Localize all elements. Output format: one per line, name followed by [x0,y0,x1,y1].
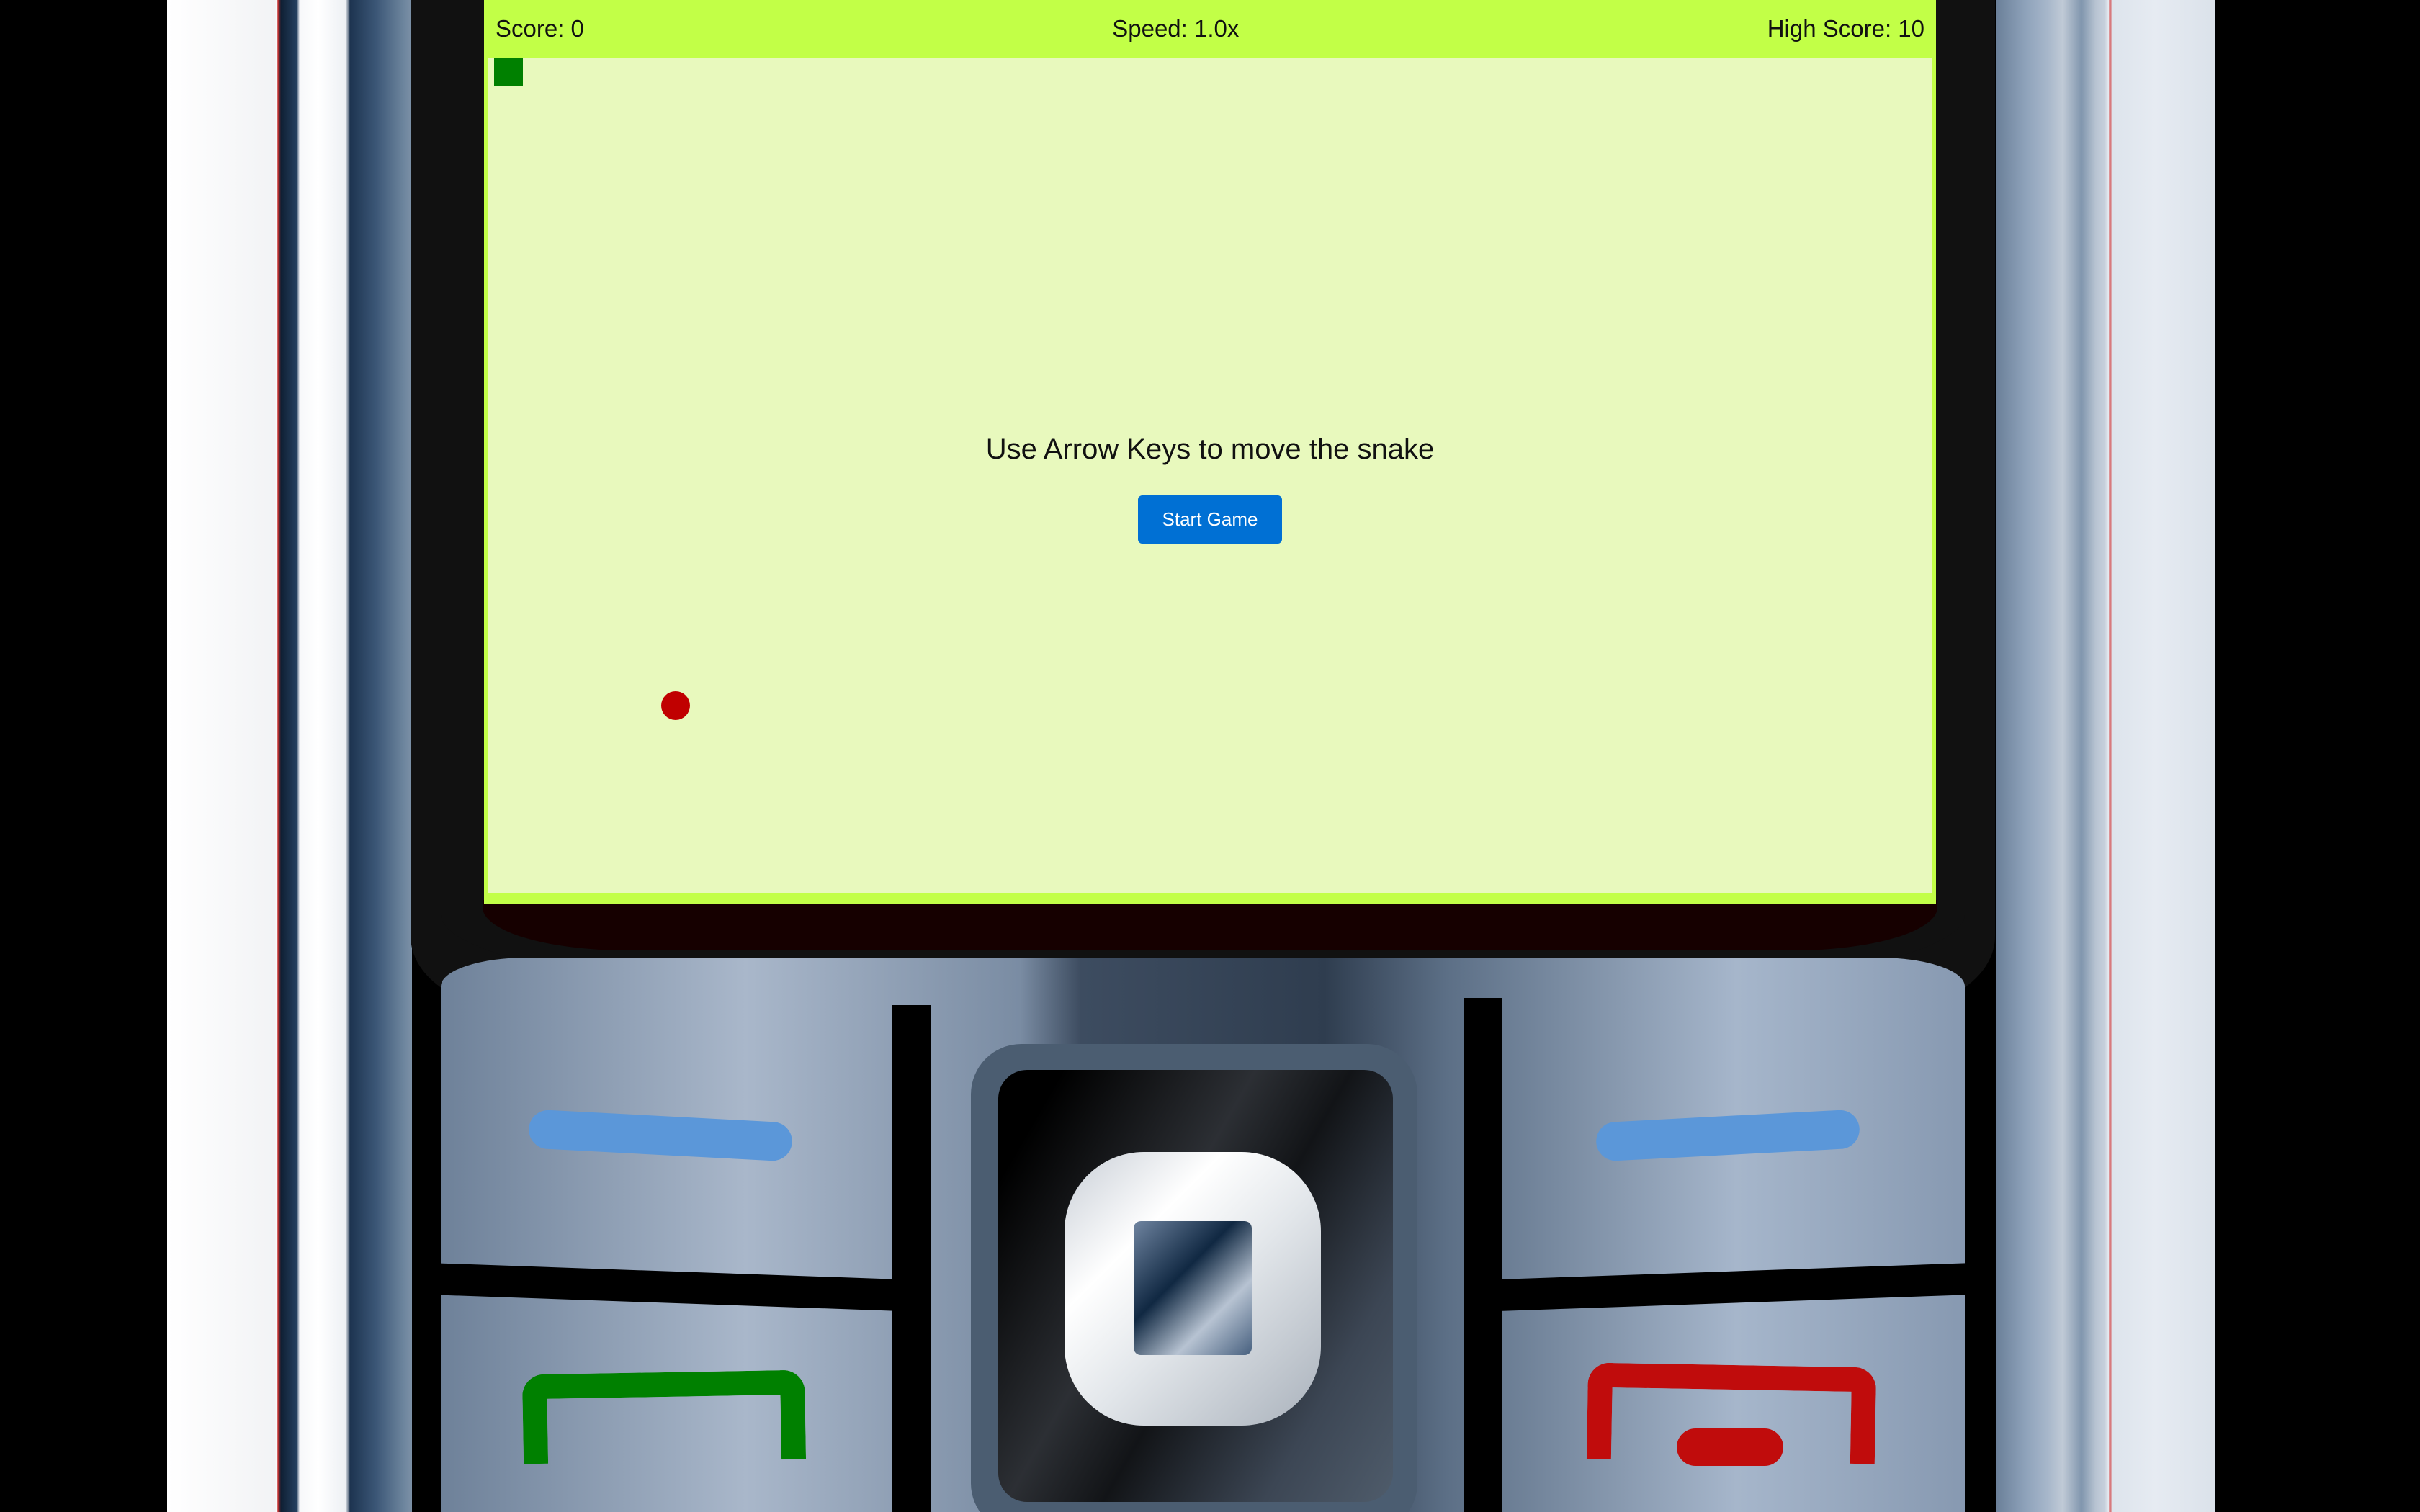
end-key-bar [1677,1428,1783,1466]
food-pellet [661,691,690,720]
call-key-icon[interactable] [521,1369,807,1464]
phone-game-scene: Score: 0 Speed: 1.0x High Score: 10 Use … [0,0,2420,1512]
score-display: Score: 0 [496,15,584,42]
phone-right-edge [1996,0,2215,1512]
high-score-display: High Score: 10 [1767,15,1924,42]
score-bar: Score: 0 Speed: 1.0x High Score: 10 [484,0,1936,58]
phone-left-edge [167,0,412,1512]
keypad-divider-left [892,1005,931,1512]
game-board[interactable]: Use Arrow Keys to move the snake Start G… [488,58,1932,893]
game-screen: Score: 0 Speed: 1.0x High Score: 10 Use … [484,0,1936,904]
instruction-text: Use Arrow Keys to move the snake [985,433,1435,465]
start-overlay: Use Arrow Keys to move the snake Start G… [488,432,1932,544]
snake-head [494,58,523,86]
select-key-center [1134,1221,1252,1355]
screen-bottom-shadow [483,900,1937,950]
start-game-button[interactable]: Start Game [1137,495,1283,544]
speed-display: Speed: 1.0x [1112,15,1240,42]
keypad-divider-right [1464,998,1502,1512]
